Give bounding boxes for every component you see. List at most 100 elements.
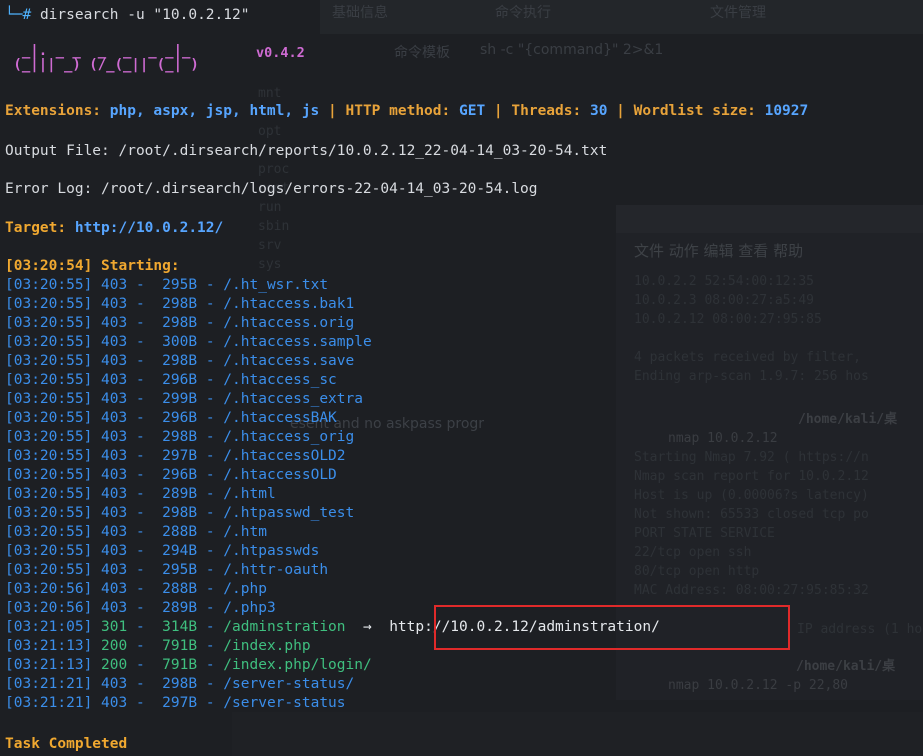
result-size: 297B	[162, 695, 198, 711]
result-status-code: 200	[101, 657, 128, 673]
result-timestamp: [03:21:21]	[5, 695, 93, 711]
version-label: v0.4.2	[256, 45, 305, 61]
result-row: [03:20:55] 403 - 299B - /.htaccess_extra	[5, 391, 363, 407]
result-timestamp: [03:20:55]	[5, 277, 93, 293]
command-line: └─# dirsearch -u "10.0.2.12"	[5, 6, 249, 25]
result-path: /.htm	[223, 524, 267, 540]
result-row: [03:20:55] 403 - 298B - /.htaccess_orig	[5, 429, 355, 445]
result-status-code: 403	[101, 315, 128, 331]
redirect-arrow: →	[362, 619, 372, 635]
result-size: 791B	[162, 638, 198, 654]
result-size: 296B	[162, 372, 198, 388]
result-status-code: 403	[101, 467, 128, 483]
result-size: 296B	[162, 410, 198, 426]
result-size: 300B	[162, 334, 198, 350]
result-row: [03:21:13] 200 - 791B - /index.php/login…	[5, 657, 372, 673]
result-size: 289B	[162, 486, 198, 502]
result-timestamp: [03:20:55]	[5, 448, 93, 464]
result-path: /.htpasswd_test	[223, 505, 355, 521]
result-row: [03:20:55] 403 - 289B - /.html	[5, 486, 276, 502]
task-completed-line: Task Completed	[5, 736, 128, 752]
result-size: 298B	[162, 296, 198, 312]
result-path: /adminstration	[223, 619, 346, 635]
result-status-code: 403	[101, 410, 128, 426]
result-path: /.htpasswds	[223, 543, 320, 559]
starting-line: [03:20:54] Starting:	[5, 258, 180, 274]
result-timestamp: [03:21:21]	[5, 676, 93, 692]
result-path: /.htaccess.bak1	[223, 296, 355, 312]
result-size: 314B	[162, 619, 198, 635]
result-row: [03:20:55] 403 - 298B - /.htaccess.orig	[5, 315, 355, 331]
result-row: [03:20:55] 403 - 294B - /.htpasswds	[5, 543, 320, 559]
result-size: 299B	[162, 391, 198, 407]
error-log-line: Error Log: /root/.dirsearch/logs/errors-…	[5, 181, 538, 197]
redirect-highlight-box	[434, 605, 790, 650]
result-row: [03:20:55] 403 - 288B - /.htm	[5, 524, 267, 540]
result-timestamp: [03:20:55]	[5, 296, 93, 312]
result-status-code: 403	[101, 296, 128, 312]
result-timestamp: [03:20:55]	[5, 372, 93, 388]
result-status-code: 301	[101, 619, 128, 635]
result-path: /.htaccess_extra	[223, 391, 363, 407]
output-file-line: Output File: /root/.dirsearch/reports/10…	[5, 143, 608, 159]
result-timestamp: [03:20:55]	[5, 410, 93, 426]
result-status-code: 403	[101, 695, 128, 711]
result-row: [03:20:55] 403 - 295B - /.ht_wsr.txt	[5, 277, 329, 293]
target-line: Target: http://10.0.2.12/	[5, 220, 224, 236]
result-status-code: 403	[101, 353, 128, 369]
result-row: [03:21:21] 403 - 297B - /server-status	[5, 695, 346, 711]
result-status-code: 403	[101, 543, 128, 559]
result-status-code: 403	[101, 600, 128, 616]
result-row: [03:20:55] 403 - 296B - /.htaccessBAK	[5, 410, 337, 426]
result-row: [03:20:56] 403 - 288B - /.php	[5, 581, 267, 597]
result-size: 298B	[162, 676, 198, 692]
result-path: /.httr-oauth	[223, 562, 329, 578]
result-row: [03:20:55] 403 - 296B - /.htaccessOLD	[5, 467, 337, 483]
config-line: Extensions: php, aspx, jsp, html, js | H…	[5, 103, 809, 119]
result-status-code: 403	[101, 562, 128, 578]
result-timestamp: [03:21:13]	[5, 638, 93, 654]
result-timestamp: [03:20:56]	[5, 581, 93, 597]
result-status-code: 403	[101, 524, 128, 540]
result-timestamp: [03:20:55]	[5, 315, 93, 331]
result-size: 288B	[162, 524, 198, 540]
result-timestamp: [03:21:13]	[5, 657, 93, 673]
result-row: [03:20:55] 403 - 300B - /.htaccess.sampl…	[5, 334, 372, 350]
result-path: /.htaccess.save	[223, 353, 355, 369]
result-path: /.htaccess_orig	[223, 429, 355, 445]
result-timestamp: [03:20:55]	[5, 391, 93, 407]
result-path: /index.php/login/	[223, 657, 372, 673]
result-path: /.htaccessOLD	[223, 467, 337, 483]
result-status-code: 403	[101, 448, 128, 464]
result-timestamp: [03:20:56]	[5, 600, 93, 616]
result-timestamp: [03:20:55]	[5, 543, 93, 559]
result-row: [03:21:21] 403 - 298B - /server-status/	[5, 676, 355, 692]
result-row: [03:20:55] 403 - 295B - /.httr-oauth	[5, 562, 329, 578]
result-row: [03:20:55] 403 - 298B - /.htaccess.save	[5, 353, 355, 369]
result-path: /.ht_wsr.txt	[223, 277, 329, 293]
result-status-code: 403	[101, 334, 128, 350]
result-size: 298B	[162, 353, 198, 369]
result-size: 295B	[162, 562, 198, 578]
result-path: /.htaccessBAK	[223, 410, 337, 426]
result-path: /.php	[223, 581, 267, 597]
result-size: 295B	[162, 277, 198, 293]
dirsearch-logo: _|. _ _ _ _ _ _|_ (_||| _) (/_(_|| (_| )	[5, 43, 216, 73]
result-path: /.php3	[223, 600, 276, 616]
shell-prompt: └─#	[5, 7, 32, 23]
result-status-code: 403	[101, 372, 128, 388]
result-timestamp: [03:20:55]	[5, 505, 93, 521]
result-row: [03:20:55] 403 - 296B - /.htaccess_sc	[5, 372, 337, 388]
result-size: 297B	[162, 448, 198, 464]
result-timestamp: [03:20:55]	[5, 524, 93, 540]
result-path: /.html	[223, 486, 276, 502]
result-timestamp: [03:20:55]	[5, 429, 93, 445]
result-status-code: 403	[101, 486, 128, 502]
result-path: /server-status	[223, 695, 346, 711]
dirsearch-terminal[interactable]: └─# dirsearch -u "10.0.2.12" _|. _ _ _ _…	[0, 0, 923, 756]
result-status-code: 403	[101, 391, 128, 407]
result-path: /.htaccess.orig	[223, 315, 355, 331]
result-size: 296B	[162, 467, 198, 483]
result-status-code: 200	[101, 638, 128, 654]
result-timestamp: [03:21:05]	[5, 619, 93, 635]
